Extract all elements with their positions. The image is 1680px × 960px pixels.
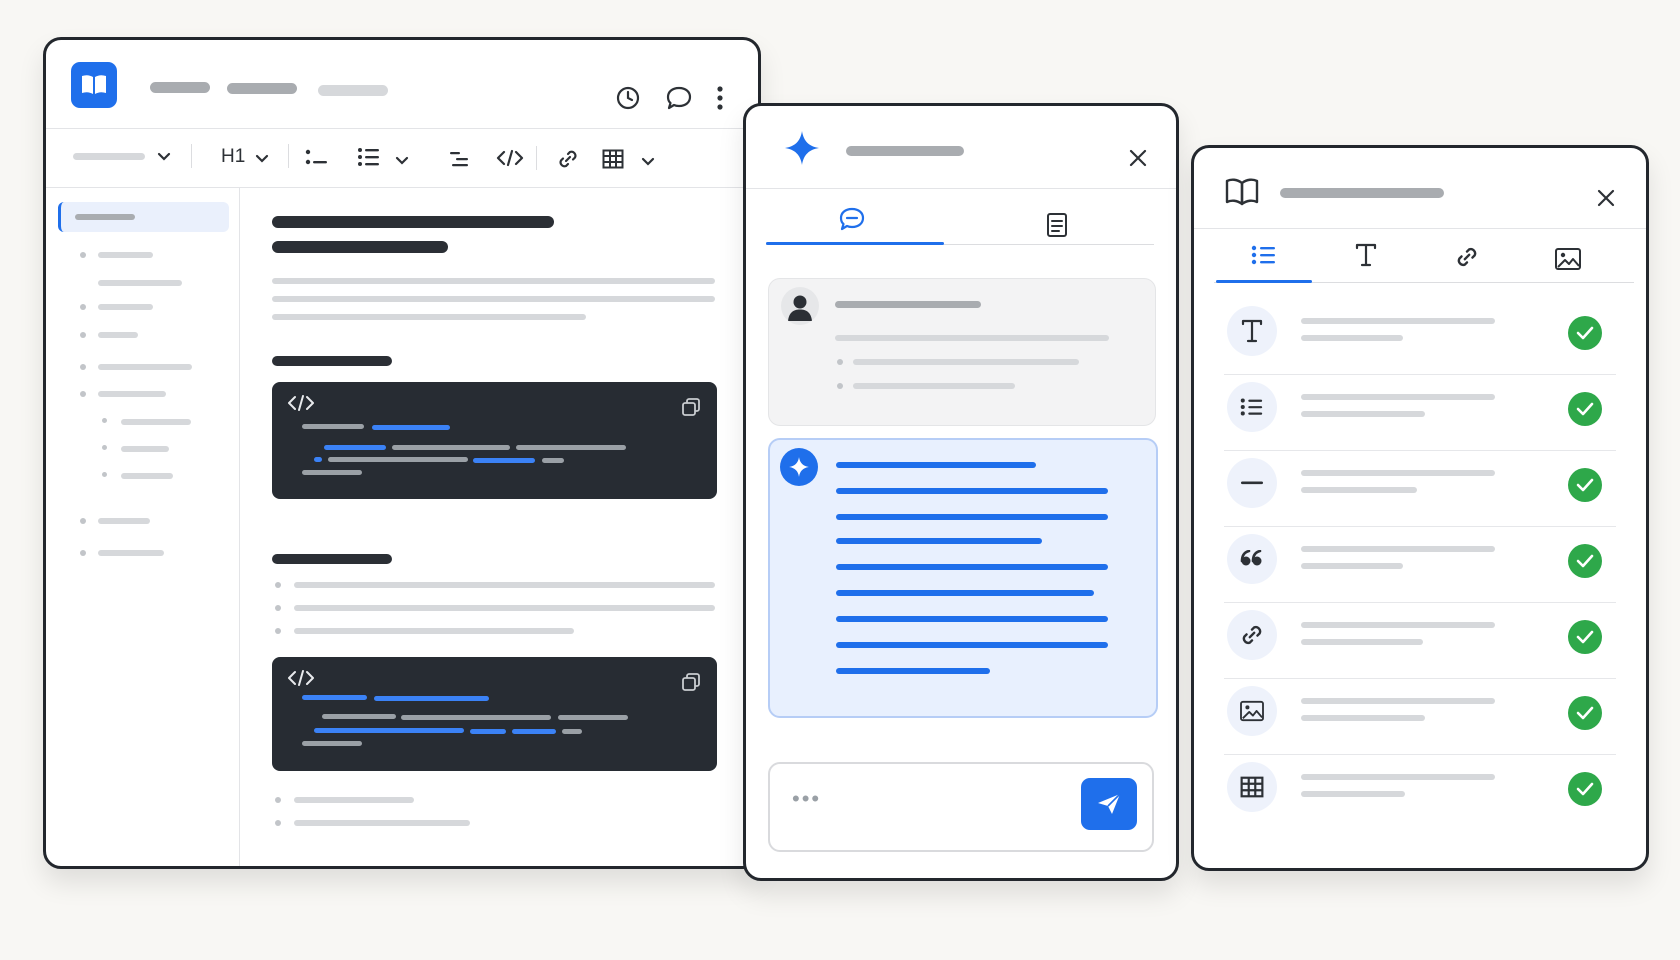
sidebar-item[interactable]: [98, 252, 153, 258]
indent-icon[interactable]: [445, 146, 473, 172]
numbered-list-icon[interactable]: [355, 144, 383, 170]
more-icon[interactable]: [711, 83, 729, 113]
list-item[interactable]: [1194, 604, 1646, 676]
link-icon[interactable]: [554, 145, 582, 173]
image-icon: [1227, 686, 1277, 736]
chevron-down-icon[interactable]: [254, 150, 270, 166]
sidebar-item[interactable]: [121, 446, 169, 452]
blocks-panel: [1191, 145, 1649, 871]
document-icon: [1047, 213, 1067, 237]
sparkle-icon: [782, 128, 822, 168]
code-icon[interactable]: [495, 145, 525, 171]
sidebar-item[interactable]: [98, 364, 192, 370]
user-message: [768, 278, 1156, 426]
send-button[interactable]: [1081, 778, 1137, 830]
sidebar-item[interactable]: [121, 419, 191, 425]
user-icon: [788, 295, 812, 321]
tab-link[interactable]: [1452, 242, 1482, 272]
close-icon[interactable]: [1126, 146, 1150, 170]
link-icon: [1457, 247, 1477, 267]
message-input[interactable]: •••: [768, 762, 1154, 852]
bullet-list-icon[interactable]: [303, 144, 331, 170]
assistant-avatar: [780, 448, 818, 486]
breadcrumb-item[interactable]: [150, 82, 210, 93]
tab-list[interactable]: [1248, 240, 1280, 270]
assistant-message: [768, 438, 1158, 718]
list-item[interactable]: [1194, 528, 1646, 600]
list-icon: [1251, 245, 1275, 265]
sparkle-icon: [789, 457, 809, 477]
text-icon: [1355, 243, 1377, 267]
sidebar-item[interactable]: [121, 473, 173, 479]
table-icon: [1227, 762, 1277, 812]
code-block: [272, 382, 717, 499]
chat-icon: [839, 207, 865, 231]
image-icon: [1555, 248, 1581, 270]
quote-icon: [1227, 534, 1277, 584]
section-heading: [272, 554, 392, 564]
tab-image[interactable]: [1552, 244, 1584, 274]
chevron-down-icon[interactable]: [394, 152, 410, 168]
tab-chat[interactable]: [836, 204, 868, 234]
divider-icon: [1227, 458, 1277, 508]
list-item[interactable]: [1194, 680, 1646, 752]
chevron-down-icon[interactable]: [156, 148, 172, 164]
sidebar-item[interactable]: [98, 304, 153, 310]
panel-title: [1280, 188, 1444, 198]
status-check-icon: [1568, 468, 1602, 502]
comment-icon[interactable]: [664, 83, 694, 113]
list-icon: [1227, 382, 1277, 432]
list-item[interactable]: [1194, 452, 1646, 524]
page-title: [272, 216, 554, 228]
copy-icon[interactable]: [680, 396, 702, 418]
status-check-icon: [1568, 620, 1602, 654]
status-check-icon: [1568, 544, 1602, 578]
sidebar-item[interactable]: [98, 518, 150, 524]
code-block: [272, 657, 717, 771]
heading-select[interactable]: H1: [221, 146, 245, 168]
list-item[interactable]: [1194, 300, 1646, 372]
status-check-icon: [1568, 772, 1602, 806]
table-icon[interactable]: [599, 146, 627, 172]
sidebar-item[interactable]: [98, 280, 182, 286]
history-icon[interactable]: [613, 83, 643, 113]
input-placeholder: •••: [792, 786, 822, 811]
chevron-down-icon[interactable]: [640, 153, 656, 169]
code-icon: [286, 667, 316, 689]
book-open-icon: [1222, 174, 1262, 208]
code-icon: [286, 392, 316, 414]
list-item[interactable]: [1194, 756, 1646, 828]
user-avatar: [781, 287, 819, 325]
assistant-panel: •••: [743, 103, 1179, 881]
app-logo[interactable]: [71, 62, 117, 108]
editor-window: H1: [43, 37, 761, 869]
breadcrumb-item[interactable]: [227, 83, 297, 94]
sidebar-item[interactable]: [98, 391, 166, 397]
assistant-title: [846, 146, 964, 156]
book-icon: [82, 75, 106, 94]
close-icon[interactable]: [1594, 186, 1618, 210]
tab-document[interactable]: [1043, 210, 1071, 240]
tab-text[interactable]: [1351, 240, 1381, 270]
breadcrumb-item[interactable]: [318, 85, 388, 96]
status-check-icon: [1568, 392, 1602, 426]
copy-icon[interactable]: [680, 671, 702, 693]
page-subtitle: [272, 241, 448, 253]
font-style-select[interactable]: [73, 153, 145, 160]
status-check-icon: [1568, 696, 1602, 730]
tab-indicator: [766, 242, 944, 245]
sidebar-item[interactable]: [98, 332, 138, 338]
send-icon: [1098, 793, 1121, 814]
status-check-icon: [1568, 316, 1602, 350]
text-icon: [1227, 306, 1277, 356]
tab-indicator: [1216, 280, 1312, 283]
sidebar-item-active[interactable]: [58, 202, 229, 232]
section-heading: [272, 356, 392, 366]
list-item[interactable]: [1194, 376, 1646, 448]
link-icon: [1227, 610, 1277, 660]
sidebar-item[interactable]: [98, 550, 164, 556]
